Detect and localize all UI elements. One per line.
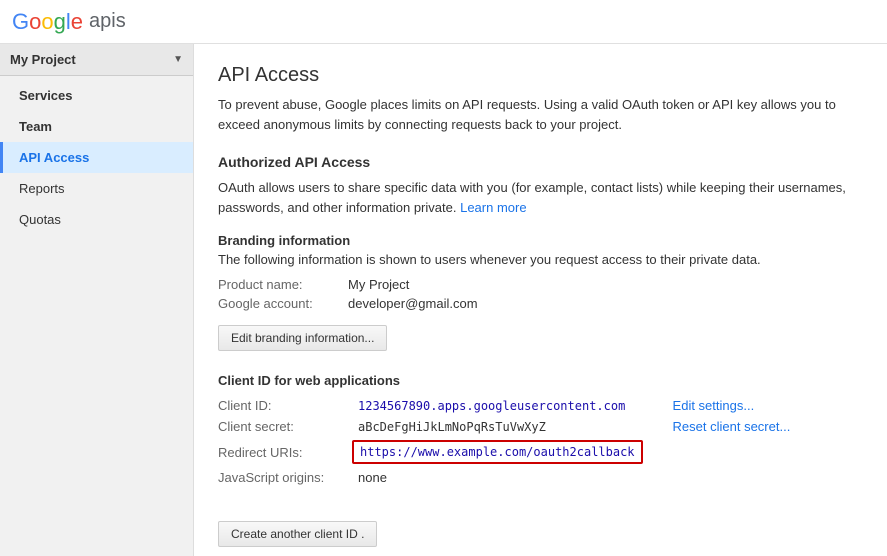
- product-name-value: My Project: [348, 277, 409, 292]
- sidebar-apiaccess-label: API Access: [19, 150, 89, 165]
- page-intro: To prevent abuse, Google places limits o…: [218, 95, 858, 134]
- redirect-uris-value: https://www.example.com/oauth2callback: [352, 440, 643, 464]
- header: Google apis: [0, 0, 887, 44]
- sidebar-services-label: Services: [19, 88, 73, 103]
- client-table-wrapper: Client ID: 1234567890.apps.googleusercon…: [218, 398, 863, 491]
- redirect-uris-label: Redirect URIs:: [218, 445, 358, 460]
- logo-g-green: g: [54, 9, 66, 35]
- client-id-label: Client ID:: [218, 398, 358, 413]
- client-id-title: Client ID for web applications: [218, 373, 863, 388]
- logo-e-red: e: [71, 9, 83, 35]
- authorized-section-title: Authorized API Access: [218, 154, 863, 170]
- client-secret-row: Client secret: aBcDeFgHiJkLmNoPqRsTuVwXy…: [218, 419, 643, 434]
- sidebar: My Project ▼ Services Team API Access Re…: [0, 44, 194, 556]
- branding-info-section: Branding information The following infor…: [218, 233, 863, 311]
- sidebar-item-quotas[interactable]: Quotas: [0, 204, 193, 235]
- page-title: API Access: [218, 64, 863, 87]
- js-origins-row: JavaScript origins: none: [218, 470, 643, 485]
- authorized-desc-text: OAuth allows users to share specific dat…: [218, 180, 846, 215]
- js-origins-label: JavaScript origins:: [218, 470, 358, 485]
- sidebar-quotas-label: Quotas: [19, 212, 61, 227]
- sidebar-nav: Services Team API Access Reports Quotas: [0, 76, 193, 235]
- sidebar-item-services[interactable]: Services: [0, 80, 193, 111]
- sidebar-item-api-access[interactable]: API Access: [0, 142, 193, 173]
- product-name-label: Product name:: [218, 277, 348, 292]
- edit-branding-button[interactable]: Edit branding information...: [218, 325, 387, 351]
- project-name: My Project: [10, 52, 76, 67]
- bottom-btn-row: Create another client ID .: [218, 511, 863, 556]
- edit-settings-link[interactable]: Edit settings...: [673, 398, 791, 413]
- main-content: API Access To prevent abuse, Google plac…: [194, 44, 887, 556]
- project-selector-arrow-icon: ▼: [173, 54, 183, 65]
- reset-client-secret-link[interactable]: Reset client secret...: [673, 419, 791, 434]
- sidebar-team-label: Team: [19, 119, 52, 134]
- client-secret-value: aBcDeFgHiJkLmNoPqRsTuVwXyZ: [358, 420, 546, 434]
- google-logo: Google: [12, 9, 83, 35]
- branding-desc: The following information is shown to us…: [218, 252, 863, 267]
- logo-g-blue: G: [12, 9, 29, 35]
- client-id-section: Client ID for web applications Client ID…: [218, 373, 863, 491]
- product-name-row: Product name: My Project: [218, 277, 863, 292]
- google-account-value: developer@gmail.com: [348, 296, 478, 311]
- project-selector[interactable]: My Project ▼: [0, 44, 193, 76]
- js-origins-value: none: [358, 470, 387, 485]
- client-secret-label: Client secret:: [218, 419, 358, 434]
- client-id-row: Client ID: 1234567890.apps.googleusercon…: [218, 398, 643, 413]
- create-another-client-id-button[interactable]: Create another client ID .: [218, 521, 377, 547]
- side-actions: Edit settings... Reset client secret...: [673, 398, 791, 434]
- branding-title: Branding information: [218, 233, 863, 248]
- redirect-uris-row: Redirect URIs: https://www.example.com/o…: [218, 440, 643, 464]
- apis-label: apis: [89, 10, 126, 33]
- google-account-label: Google account:: [218, 296, 348, 311]
- sidebar-item-team[interactable]: Team: [0, 111, 193, 142]
- logo-o-red: o: [29, 9, 41, 35]
- authorized-section-desc: OAuth allows users to share specific dat…: [218, 178, 858, 217]
- client-table: Client ID: 1234567890.apps.googleusercon…: [218, 398, 643, 491]
- client-id-value: 1234567890.apps.googleusercontent.com: [358, 399, 625, 413]
- layout: My Project ▼ Services Team API Access Re…: [0, 44, 887, 556]
- sidebar-item-reports[interactable]: Reports: [0, 173, 193, 204]
- sidebar-reports-label: Reports: [19, 181, 65, 196]
- logo-o-yellow: o: [41, 9, 53, 35]
- learn-more-link[interactable]: Learn more: [460, 200, 526, 215]
- google-account-row: Google account: developer@gmail.com: [218, 296, 863, 311]
